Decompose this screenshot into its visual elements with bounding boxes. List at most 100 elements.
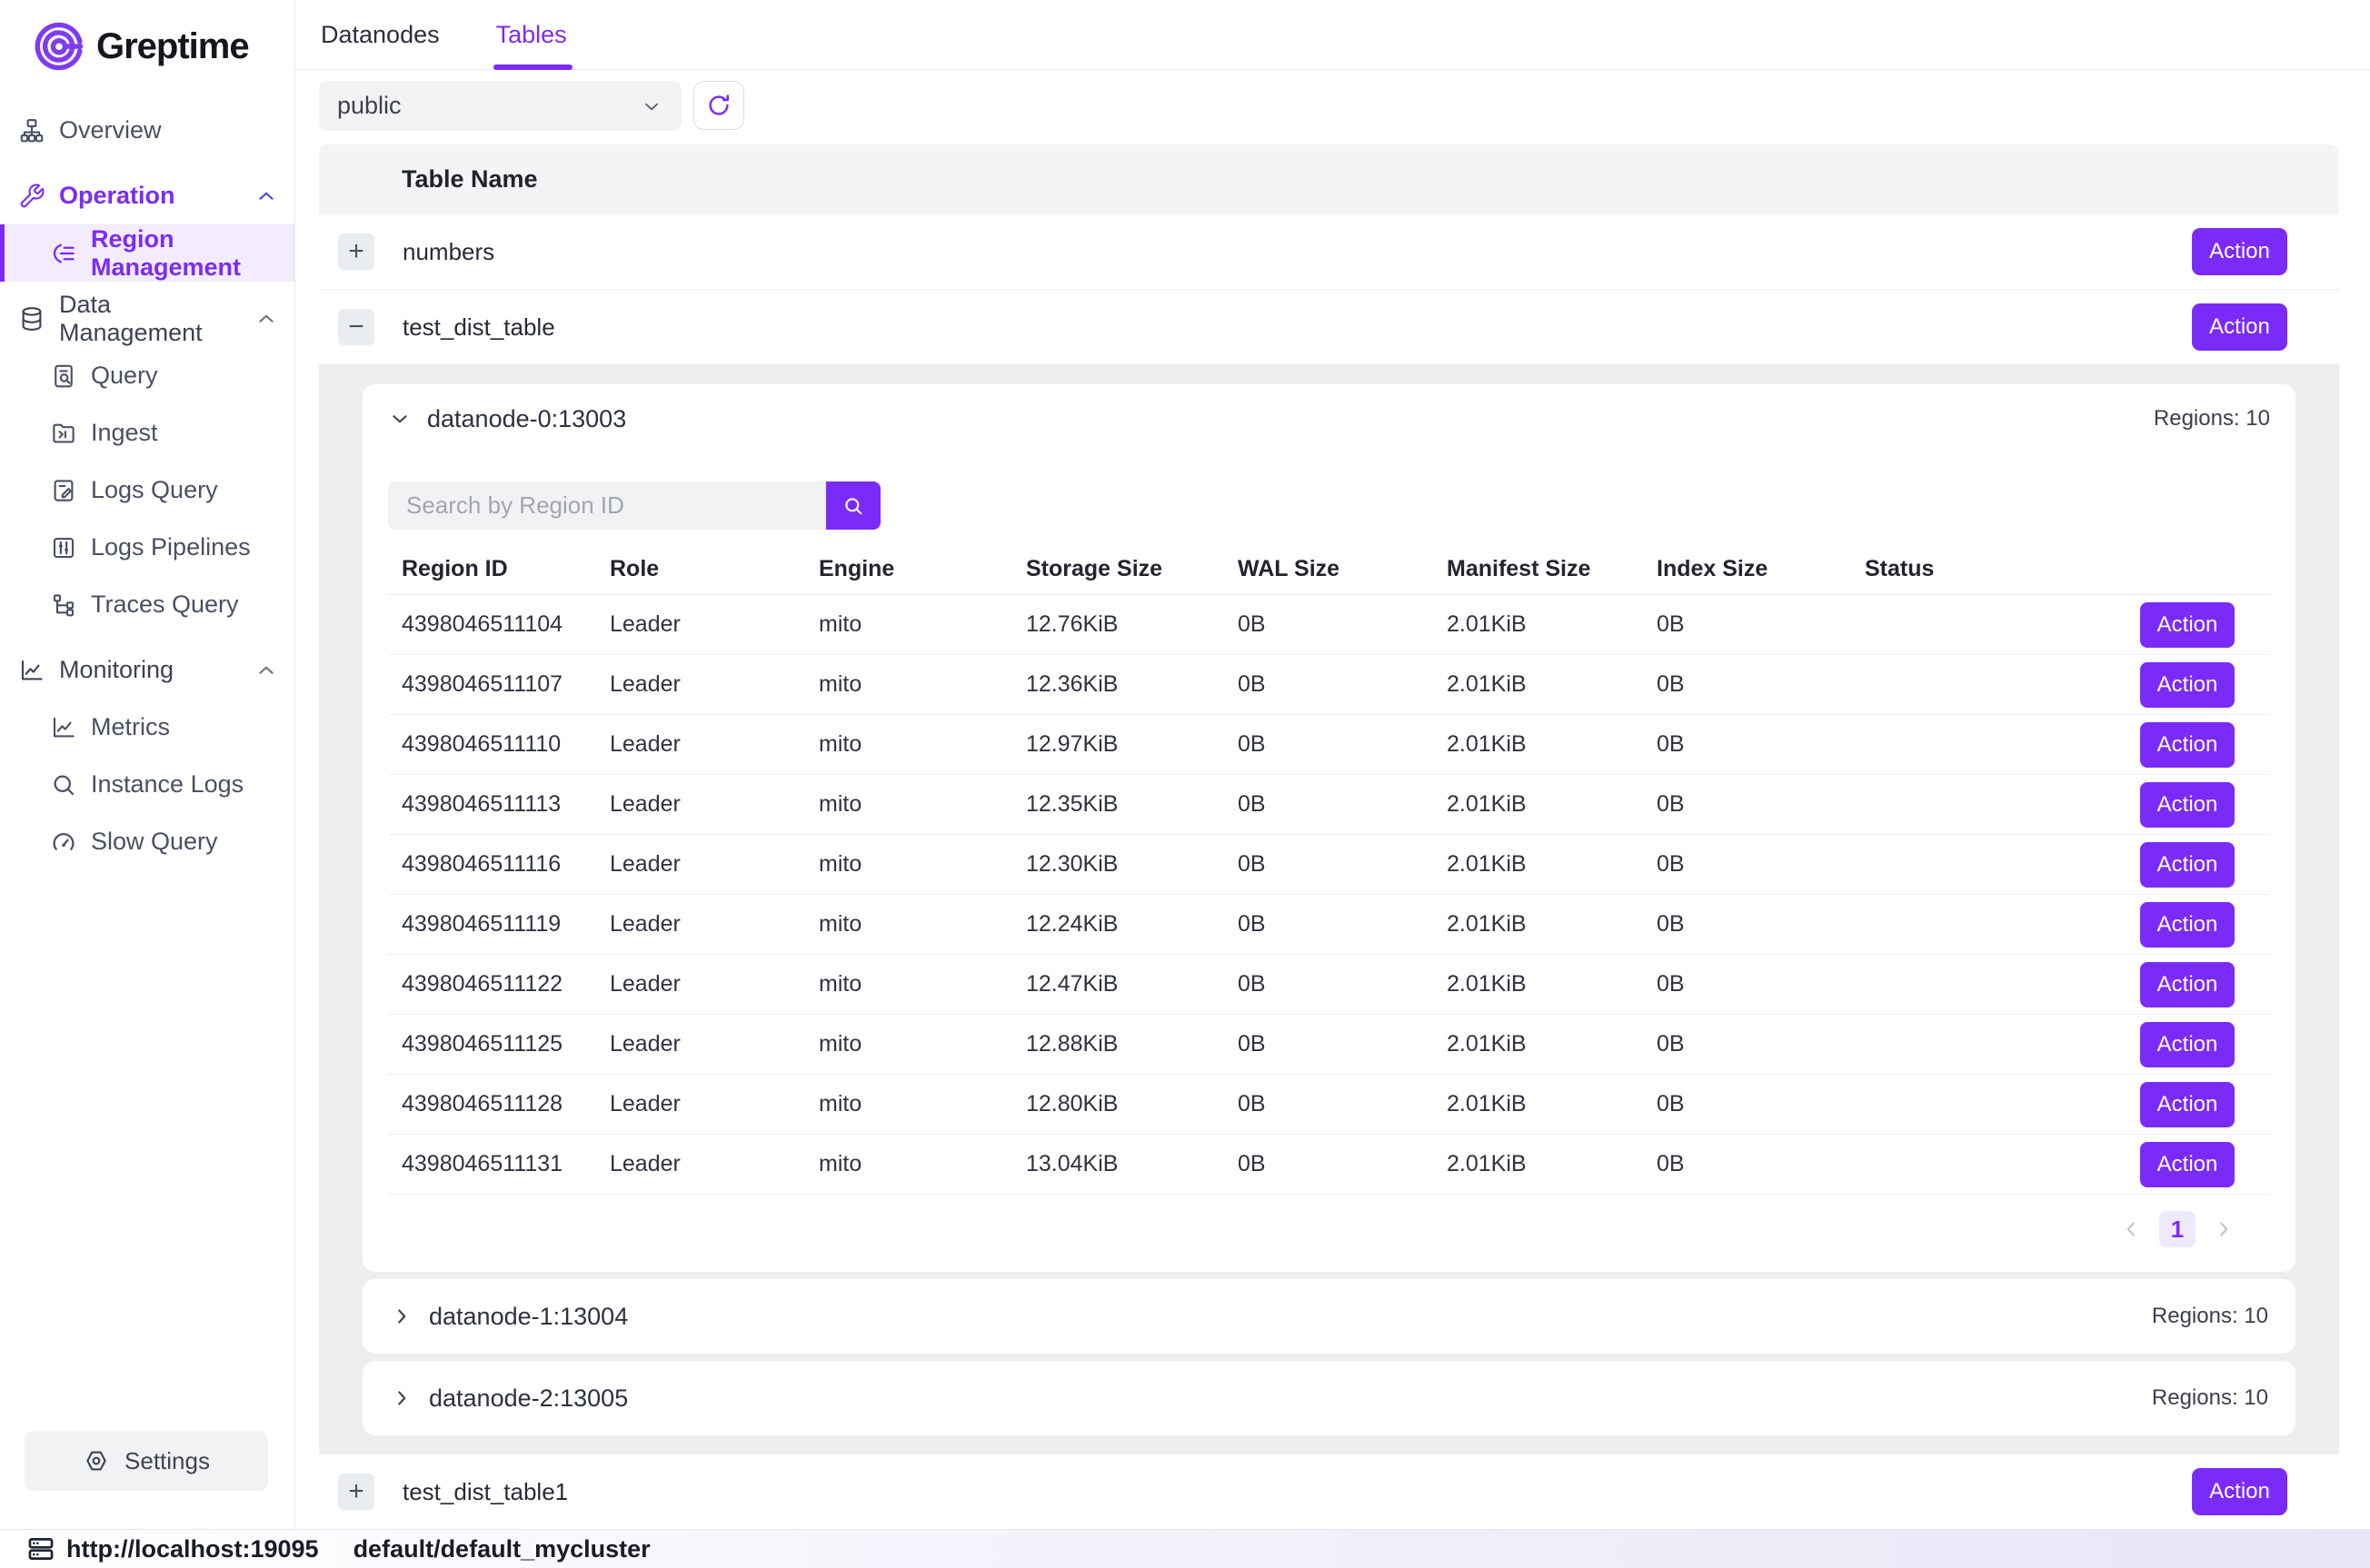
sidebar-item-traces-query[interactable]: Traces Query bbox=[0, 576, 294, 633]
region-row: 4398046511131 Leader mito 13.04KiB 0B 2.… bbox=[388, 1135, 2270, 1195]
pagination: 1 bbox=[388, 1195, 2270, 1264]
sidebar-item-ingest[interactable]: Ingest bbox=[0, 404, 294, 461]
tab-bar: Datanodes Tables bbox=[295, 0, 2370, 70]
regions-count: Regions: 10 bbox=[2152, 1385, 2268, 1411]
region-action-button[interactable]: Action bbox=[2140, 782, 2235, 828]
region-action-button[interactable]: Action bbox=[2140, 602, 2235, 648]
folder-input-icon bbox=[50, 420, 77, 447]
region-index-size: 0B bbox=[1657, 671, 1865, 698]
region-wal-size: 0B bbox=[1238, 1151, 1447, 1177]
region-engine: mito bbox=[819, 1091, 1026, 1117]
chart-icon bbox=[18, 657, 45, 684]
region-search-button[interactable] bbox=[826, 481, 881, 530]
chevron-right-icon bbox=[2212, 1217, 2236, 1241]
region-engine: mito bbox=[819, 731, 1026, 758]
refresh-icon bbox=[705, 92, 732, 119]
datanode-0-header[interactable]: datanode-0:13003 Regions: 10 bbox=[388, 399, 2270, 439]
region-id: 4398046511131 bbox=[402, 1151, 610, 1177]
action-button[interactable]: Action bbox=[2192, 303, 2287, 351]
region-storage-size: 12.88KiB bbox=[1026, 1031, 1238, 1057]
tab-datanodes[interactable]: Datanodes bbox=[321, 0, 440, 69]
region-manifest-size: 2.01KiB bbox=[1447, 851, 1657, 878]
server-icon bbox=[25, 1533, 56, 1564]
chart-icon bbox=[50, 714, 77, 741]
region-action-button[interactable]: Action bbox=[2140, 662, 2235, 708]
region-search-input[interactable] bbox=[388, 481, 826, 530]
tab-tables[interactable]: Tables bbox=[496, 0, 567, 69]
settings-label: Settings bbox=[124, 1447, 210, 1475]
region-wal-size: 0B bbox=[1238, 1091, 1447, 1117]
region-action-button[interactable]: Action bbox=[2140, 842, 2235, 888]
sidebar-item-slow-query[interactable]: Slow Query bbox=[0, 813, 294, 870]
region-manifest-size: 2.01KiB bbox=[1447, 971, 1657, 997]
sidebar-item-label: Query bbox=[91, 362, 158, 390]
sidebar-section-data-management[interactable]: Data Management bbox=[0, 290, 294, 347]
pagination-prev-button[interactable] bbox=[2119, 1217, 2143, 1241]
sidebar-item-label: Metrics bbox=[91, 713, 170, 741]
region-action-button[interactable]: Action bbox=[2140, 962, 2235, 1007]
settings-button[interactable]: Settings bbox=[25, 1431, 268, 1491]
region-storage-size: 12.24KiB bbox=[1026, 911, 1238, 938]
region-action-button[interactable]: Action bbox=[2140, 1082, 2235, 1127]
region-row: 4398046511128 Leader mito 12.80KiB 0B 2.… bbox=[388, 1075, 2270, 1135]
gauge-icon bbox=[50, 829, 77, 856]
region-engine: mito bbox=[819, 1031, 1026, 1057]
region-manifest-size: 2.01KiB bbox=[1447, 731, 1657, 758]
region-action-button[interactable]: Action bbox=[2140, 902, 2235, 948]
sidebar-item-instance-logs[interactable]: Instance Logs bbox=[0, 756, 294, 813]
sidebar-section-monitoring[interactable]: Monitoring bbox=[0, 641, 294, 699]
refresh-button[interactable] bbox=[693, 81, 744, 130]
region-index-size: 0B bbox=[1657, 971, 1865, 997]
sidebar-item-label: Logs Query bbox=[91, 476, 218, 504]
datanode-1-header[interactable]: datanode-1:13004 Regions: 10 bbox=[390, 1303, 2268, 1331]
cluster-name[interactable]: default/default_mycluster bbox=[354, 1535, 651, 1563]
sidebar-item-region-management[interactable]: Region Management bbox=[0, 224, 294, 282]
region-storage-size: 12.76KiB bbox=[1026, 611, 1238, 638]
region-engine: mito bbox=[819, 791, 1026, 818]
expand-button[interactable]: + bbox=[338, 233, 374, 270]
region-index-size: 0B bbox=[1657, 1031, 1865, 1057]
region-column-header: Status bbox=[1865, 556, 2140, 582]
sidebar-section-label: Monitoring bbox=[59, 656, 174, 684]
wrench-icon bbox=[18, 183, 45, 210]
expand-button[interactable]: + bbox=[338, 1474, 374, 1510]
action-button[interactable]: Action bbox=[2192, 1468, 2287, 1515]
region-action-button[interactable]: Action bbox=[2140, 722, 2235, 768]
region-action-button[interactable]: Action bbox=[2140, 1142, 2235, 1187]
region-row: 4398046511116 Leader mito 12.30KiB 0B 2.… bbox=[388, 835, 2270, 895]
region-action-button[interactable]: Action bbox=[2140, 1022, 2235, 1067]
pagination-next-button[interactable] bbox=[2212, 1217, 2236, 1241]
region-wal-size: 0B bbox=[1238, 851, 1447, 878]
sidebar-item-logs-pipelines[interactable]: Logs Pipelines bbox=[0, 519, 294, 576]
region-row: 4398046511110 Leader mito 12.97KiB 0B 2.… bbox=[388, 715, 2270, 775]
region-column-header: Index Size bbox=[1657, 556, 1865, 582]
table-name: test_dist_table bbox=[403, 313, 555, 342]
collapse-button[interactable]: − bbox=[338, 309, 374, 345]
region-role: Leader bbox=[610, 1031, 819, 1057]
toolbar: public bbox=[319, 81, 2339, 131]
sidebar-item-query[interactable]: Query bbox=[0, 347, 294, 404]
sidebar-item-metrics[interactable]: Metrics bbox=[0, 699, 294, 756]
datanode-2-header[interactable]: datanode-2:13005 Regions: 10 bbox=[390, 1384, 2268, 1413]
region-row: 4398046511104 Leader mito 12.76KiB 0B 2.… bbox=[388, 595, 2270, 655]
sidebar-item-logs-query[interactable]: Logs Query bbox=[0, 461, 294, 519]
pagination-page-1[interactable]: 1 bbox=[2159, 1211, 2196, 1247]
datanode-card-1: datanode-1:13004 Regions: 10 bbox=[363, 1279, 2295, 1354]
region-engine: mito bbox=[819, 911, 1026, 938]
table-row: − test_dist_table Action bbox=[319, 290, 2339, 365]
sidebar-item-label: Logs Pipelines bbox=[91, 533, 251, 561]
sidebar-section-operation[interactable]: Operation bbox=[0, 167, 294, 224]
region-engine: mito bbox=[819, 971, 1026, 997]
server-url[interactable]: http://localhost:19095 bbox=[66, 1535, 319, 1563]
magnifier-icon bbox=[50, 771, 77, 799]
sidebar: Greptime Overview O bbox=[0, 0, 295, 1529]
region-index-size: 0B bbox=[1657, 791, 1865, 818]
region-search bbox=[388, 481, 881, 530]
schema-select[interactable]: public bbox=[319, 81, 682, 131]
region-index-size: 0B bbox=[1657, 611, 1865, 638]
sidebar-item-overview[interactable]: Overview bbox=[0, 102, 294, 159]
action-button[interactable]: Action bbox=[2192, 228, 2287, 275]
region-role: Leader bbox=[610, 971, 819, 997]
region-index-size: 0B bbox=[1657, 1091, 1865, 1117]
region-manifest-size: 2.01KiB bbox=[1447, 791, 1657, 818]
